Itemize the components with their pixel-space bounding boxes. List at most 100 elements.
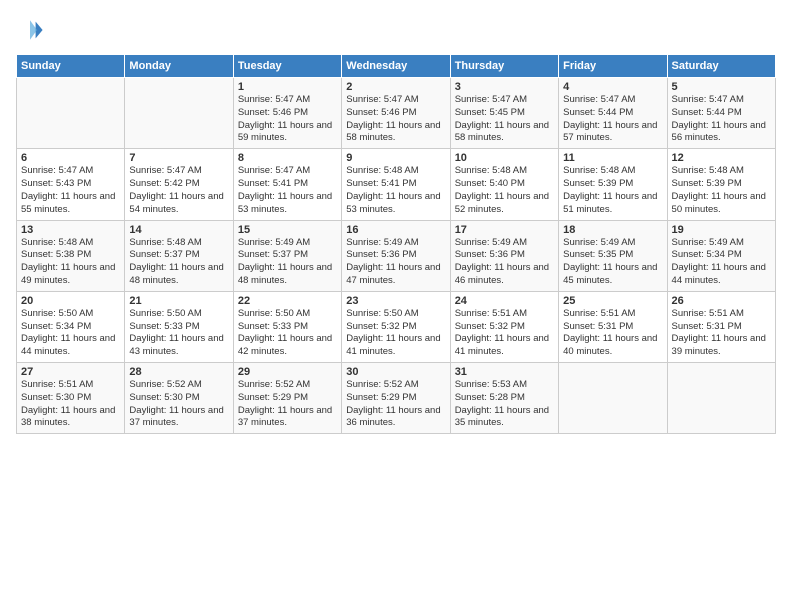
column-header-saturday: Saturday xyxy=(667,55,775,78)
day-info: Sunrise: 5:48 AMSunset: 5:37 PMDaylight:… xyxy=(129,237,228,288)
calendar-cell: 22 Sunrise: 5:50 AMSunset: 5:33 PMDaylig… xyxy=(233,291,341,362)
day-number: 11 xyxy=(563,152,662,164)
day-info: Sunrise: 5:48 AMSunset: 5:41 PMDaylight:… xyxy=(346,165,445,216)
day-info: Sunrise: 5:48 AMSunset: 5:39 PMDaylight:… xyxy=(672,165,771,216)
calendar-cell: 15 Sunrise: 5:49 AMSunset: 5:37 PMDaylig… xyxy=(233,220,341,291)
day-info: Sunrise: 5:49 AMSunset: 5:34 PMDaylight:… xyxy=(672,237,771,288)
day-number: 25 xyxy=(563,295,662,307)
day-number: 27 xyxy=(21,366,120,378)
calendar-cell: 11 Sunrise: 5:48 AMSunset: 5:39 PMDaylig… xyxy=(559,149,667,220)
day-number: 24 xyxy=(455,295,554,307)
calendar-cell: 13 Sunrise: 5:48 AMSunset: 5:38 PMDaylig… xyxy=(17,220,125,291)
calendar-cell xyxy=(17,78,125,149)
calendar-week-row: 13 Sunrise: 5:48 AMSunset: 5:38 PMDaylig… xyxy=(17,220,776,291)
day-number: 26 xyxy=(672,295,771,307)
calendar-cell: 19 Sunrise: 5:49 AMSunset: 5:34 PMDaylig… xyxy=(667,220,775,291)
column-header-friday: Friday xyxy=(559,55,667,78)
day-info: Sunrise: 5:47 AMSunset: 5:45 PMDaylight:… xyxy=(455,94,554,145)
day-number: 4 xyxy=(563,81,662,93)
day-info: Sunrise: 5:52 AMSunset: 5:29 PMDaylight:… xyxy=(346,379,445,430)
calendar-cell: 14 Sunrise: 5:48 AMSunset: 5:37 PMDaylig… xyxy=(125,220,233,291)
calendar-week-row: 1 Sunrise: 5:47 AMSunset: 5:46 PMDayligh… xyxy=(17,78,776,149)
column-header-thursday: Thursday xyxy=(450,55,558,78)
day-info: Sunrise: 5:47 AMSunset: 5:44 PMDaylight:… xyxy=(672,94,771,145)
calendar-cell: 8 Sunrise: 5:47 AMSunset: 5:41 PMDayligh… xyxy=(233,149,341,220)
day-number: 20 xyxy=(21,295,120,307)
calendar-cell: 31 Sunrise: 5:53 AMSunset: 5:28 PMDaylig… xyxy=(450,363,558,434)
day-number: 2 xyxy=(346,81,445,93)
day-info: Sunrise: 5:47 AMSunset: 5:46 PMDaylight:… xyxy=(346,94,445,145)
day-info: Sunrise: 5:47 AMSunset: 5:46 PMDaylight:… xyxy=(238,94,337,145)
calendar-cell: 6 Sunrise: 5:47 AMSunset: 5:43 PMDayligh… xyxy=(17,149,125,220)
day-info: Sunrise: 5:51 AMSunset: 5:32 PMDaylight:… xyxy=(455,308,554,359)
day-info: Sunrise: 5:50 AMSunset: 5:34 PMDaylight:… xyxy=(21,308,120,359)
day-info: Sunrise: 5:49 AMSunset: 5:35 PMDaylight:… xyxy=(563,237,662,288)
day-info: Sunrise: 5:48 AMSunset: 5:40 PMDaylight:… xyxy=(455,165,554,216)
day-number: 28 xyxy=(129,366,228,378)
day-number: 13 xyxy=(21,224,120,236)
calendar-cell: 23 Sunrise: 5:50 AMSunset: 5:32 PMDaylig… xyxy=(342,291,450,362)
day-info: Sunrise: 5:52 AMSunset: 5:29 PMDaylight:… xyxy=(238,379,337,430)
day-number: 31 xyxy=(455,366,554,378)
day-number: 8 xyxy=(238,152,337,164)
day-number: 1 xyxy=(238,81,337,93)
calendar-cell: 12 Sunrise: 5:48 AMSunset: 5:39 PMDaylig… xyxy=(667,149,775,220)
day-info: Sunrise: 5:50 AMSunset: 5:33 PMDaylight:… xyxy=(238,308,337,359)
day-info: Sunrise: 5:48 AMSunset: 5:38 PMDaylight:… xyxy=(21,237,120,288)
day-number: 16 xyxy=(346,224,445,236)
calendar-cell: 27 Sunrise: 5:51 AMSunset: 5:30 PMDaylig… xyxy=(17,363,125,434)
calendar-cell: 9 Sunrise: 5:48 AMSunset: 5:41 PMDayligh… xyxy=(342,149,450,220)
day-number: 7 xyxy=(129,152,228,164)
calendar-cell: 10 Sunrise: 5:48 AMSunset: 5:40 PMDaylig… xyxy=(450,149,558,220)
calendar-week-row: 6 Sunrise: 5:47 AMSunset: 5:43 PMDayligh… xyxy=(17,149,776,220)
day-info: Sunrise: 5:47 AMSunset: 5:42 PMDaylight:… xyxy=(129,165,228,216)
day-number: 15 xyxy=(238,224,337,236)
calendar-cell: 26 Sunrise: 5:51 AMSunset: 5:31 PMDaylig… xyxy=(667,291,775,362)
day-number: 5 xyxy=(672,81,771,93)
day-info: Sunrise: 5:51 AMSunset: 5:31 PMDaylight:… xyxy=(563,308,662,359)
day-info: Sunrise: 5:52 AMSunset: 5:30 PMDaylight:… xyxy=(129,379,228,430)
day-number: 17 xyxy=(455,224,554,236)
calendar-cell: 30 Sunrise: 5:52 AMSunset: 5:29 PMDaylig… xyxy=(342,363,450,434)
calendar-cell: 18 Sunrise: 5:49 AMSunset: 5:35 PMDaylig… xyxy=(559,220,667,291)
day-info: Sunrise: 5:49 AMSunset: 5:36 PMDaylight:… xyxy=(346,237,445,288)
logo-icon xyxy=(16,16,44,44)
calendar-cell: 3 Sunrise: 5:47 AMSunset: 5:45 PMDayligh… xyxy=(450,78,558,149)
day-number: 12 xyxy=(672,152,771,164)
column-header-monday: Monday xyxy=(125,55,233,78)
calendar-cell: 17 Sunrise: 5:49 AMSunset: 5:36 PMDaylig… xyxy=(450,220,558,291)
day-number: 14 xyxy=(129,224,228,236)
calendar-week-row: 20 Sunrise: 5:50 AMSunset: 5:34 PMDaylig… xyxy=(17,291,776,362)
calendar-cell: 4 Sunrise: 5:47 AMSunset: 5:44 PMDayligh… xyxy=(559,78,667,149)
day-info: Sunrise: 5:47 AMSunset: 5:43 PMDaylight:… xyxy=(21,165,120,216)
day-info: Sunrise: 5:48 AMSunset: 5:39 PMDaylight:… xyxy=(563,165,662,216)
calendar-cell xyxy=(125,78,233,149)
calendar-cell xyxy=(667,363,775,434)
day-number: 29 xyxy=(238,366,337,378)
calendar-table: SundayMondayTuesdayWednesdayThursdayFrid… xyxy=(16,54,776,434)
calendar-cell xyxy=(559,363,667,434)
day-info: Sunrise: 5:51 AMSunset: 5:31 PMDaylight:… xyxy=(672,308,771,359)
day-info: Sunrise: 5:47 AMSunset: 5:44 PMDaylight:… xyxy=(563,94,662,145)
calendar-cell: 1 Sunrise: 5:47 AMSunset: 5:46 PMDayligh… xyxy=(233,78,341,149)
calendar-cell: 16 Sunrise: 5:49 AMSunset: 5:36 PMDaylig… xyxy=(342,220,450,291)
calendar-cell: 25 Sunrise: 5:51 AMSunset: 5:31 PMDaylig… xyxy=(559,291,667,362)
calendar-cell: 5 Sunrise: 5:47 AMSunset: 5:44 PMDayligh… xyxy=(667,78,775,149)
day-number: 3 xyxy=(455,81,554,93)
logo xyxy=(16,16,48,44)
day-number: 30 xyxy=(346,366,445,378)
day-info: Sunrise: 5:50 AMSunset: 5:33 PMDaylight:… xyxy=(129,308,228,359)
calendar-cell: 21 Sunrise: 5:50 AMSunset: 5:33 PMDaylig… xyxy=(125,291,233,362)
day-number: 21 xyxy=(129,295,228,307)
column-header-wednesday: Wednesday xyxy=(342,55,450,78)
day-info: Sunrise: 5:49 AMSunset: 5:36 PMDaylight:… xyxy=(455,237,554,288)
day-number: 9 xyxy=(346,152,445,164)
column-header-sunday: Sunday xyxy=(17,55,125,78)
day-number: 22 xyxy=(238,295,337,307)
calendar-cell: 29 Sunrise: 5:52 AMSunset: 5:29 PMDaylig… xyxy=(233,363,341,434)
calendar-cell: 7 Sunrise: 5:47 AMSunset: 5:42 PMDayligh… xyxy=(125,149,233,220)
column-header-tuesday: Tuesday xyxy=(233,55,341,78)
calendar-week-row: 27 Sunrise: 5:51 AMSunset: 5:30 PMDaylig… xyxy=(17,363,776,434)
day-info: Sunrise: 5:47 AMSunset: 5:41 PMDaylight:… xyxy=(238,165,337,216)
day-info: Sunrise: 5:53 AMSunset: 5:28 PMDaylight:… xyxy=(455,379,554,430)
